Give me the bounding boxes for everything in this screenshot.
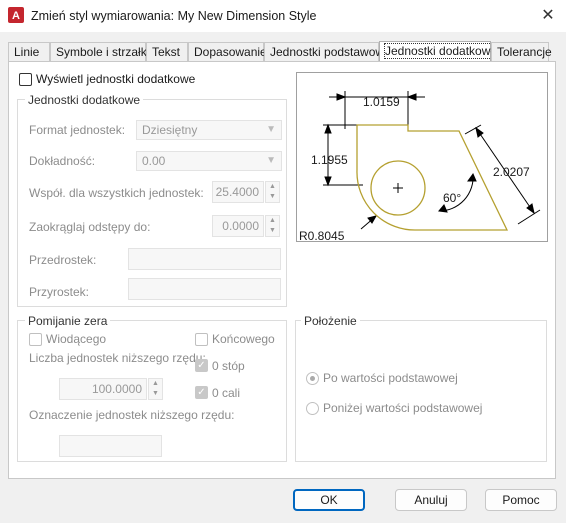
spin-down-icon: ▼ [269, 227, 276, 234]
multiplier-spinner[interactable]: ▲ ▼ [265, 181, 280, 203]
preview-dim-right: 2.0207 [493, 165, 530, 179]
title-bar: A Zmień styl wymiarowania: My New Dimens… [0, 0, 566, 32]
inches-checkbox[interactable]: ✓ [195, 386, 208, 399]
leading-checkbox[interactable] [29, 333, 42, 346]
tab-lines[interactable]: Linie [8, 42, 50, 61]
round-spinner[interactable]: ▲ ▼ [265, 215, 280, 237]
zero-suppression-group-label: Pomijanie zera [25, 314, 111, 328]
cancel-button[interactable]: Anuluj [395, 489, 467, 511]
trailing-label: Końcowego [212, 332, 275, 346]
placement-group [295, 320, 547, 462]
subunit-factor-input[interactable]: 100.0000 [59, 378, 147, 400]
precision-label: Dokładność: [29, 154, 96, 168]
spin-down-icon: ▼ [269, 193, 276, 200]
preview-dim-top: 1.0159 [363, 95, 400, 109]
dimension-preview: 1.0159 1.1955 2.0207 60° R0.8045 [296, 72, 548, 243]
alt-units-group-label: Jednostki dodatkowe [25, 93, 144, 107]
below-primary-radio[interactable] [306, 402, 319, 415]
inches-label: 0 cali [212, 386, 241, 400]
tab-text[interactable]: Tekst [146, 42, 188, 61]
round-label: Zaokrąglaj odstępy do: [29, 220, 151, 234]
spin-up-icon: ▲ [269, 217, 276, 224]
format-label: Format jednostek: [29, 123, 126, 137]
spin-up-icon: ▲ [152, 380, 159, 387]
display-alt-units-checkbox[interactable] [19, 73, 32, 86]
tab-symbols-arrows[interactable]: Symbole i strzałki [50, 42, 149, 61]
ok-button[interactable]: OK [293, 489, 365, 511]
below-primary-label: Poniżej wartości podstawowej [323, 401, 483, 415]
placement-group-label: Położenie [301, 314, 360, 328]
spin-up-icon: ▲ [269, 183, 276, 190]
chevron-down-icon: ▼ [266, 124, 276, 135]
round-input[interactable]: 0.0000 [212, 215, 264, 237]
tab-alternate-units[interactable]: Jednostki dodatkowe [379, 41, 499, 62]
trailing-checkbox[interactable] [195, 333, 208, 346]
tab-tolerances[interactable]: Tolerancje [491, 42, 552, 61]
leading-label: Wiodącego [46, 332, 107, 346]
help-button[interactable]: Pomoc [485, 489, 557, 511]
multiplier-label: Współ. dla wszystkich jednostek: [29, 186, 204, 200]
subunit-factor-spinner[interactable]: ▲ ▼ [148, 378, 163, 400]
spin-down-icon: ▼ [152, 390, 159, 397]
multiplier-input[interactable]: 25.4000 [212, 181, 264, 203]
window-title: Zmień styl wymiarowania: My New Dimensio… [31, 9, 317, 23]
preview-angle: 60° [443, 191, 462, 205]
after-primary-radio[interactable] [306, 372, 319, 385]
format-dropdown[interactable]: Dziesiętny ▼ [136, 120, 282, 140]
subunit-suffix-input[interactable] [59, 435, 162, 457]
close-icon[interactable]: ✕ [536, 4, 560, 28]
preview-dim-left: 1.1955 [311, 153, 348, 167]
tab-fit[interactable]: Dopasowanie [188, 42, 267, 61]
after-primary-label: Po wartości podstawowej [323, 371, 458, 385]
tab-primary-units[interactable]: Jednostki podstawowe [264, 42, 391, 61]
feet-checkbox[interactable]: ✓ [195, 359, 208, 372]
subunit-suffix-label: Oznaczenie jednostek niższego rzędu: [29, 408, 235, 422]
prefix-input[interactable] [128, 248, 281, 270]
feet-label: 0 stóp [212, 359, 245, 373]
prefix-label: Przedrostek: [29, 253, 97, 267]
suffix-input[interactable] [128, 278, 281, 300]
precision-dropdown[interactable]: 0.00 ▼ [136, 151, 282, 171]
suffix-label: Przyrostek: [29, 285, 90, 299]
chevron-down-icon: ▼ [266, 155, 276, 166]
display-alt-units-label: Wyświetl jednostki dodatkowe [36, 72, 196, 86]
preview-radius: R0.8045 [299, 229, 345, 243]
autocad-icon: A [8, 7, 24, 23]
svg-text:A: A [12, 10, 20, 22]
tab-strip: Linie Symbole i strzałki Tekst Dopasowan… [8, 41, 556, 62]
subunit-factor-label: Liczba jednostek niższego rzędu: [29, 351, 206, 365]
